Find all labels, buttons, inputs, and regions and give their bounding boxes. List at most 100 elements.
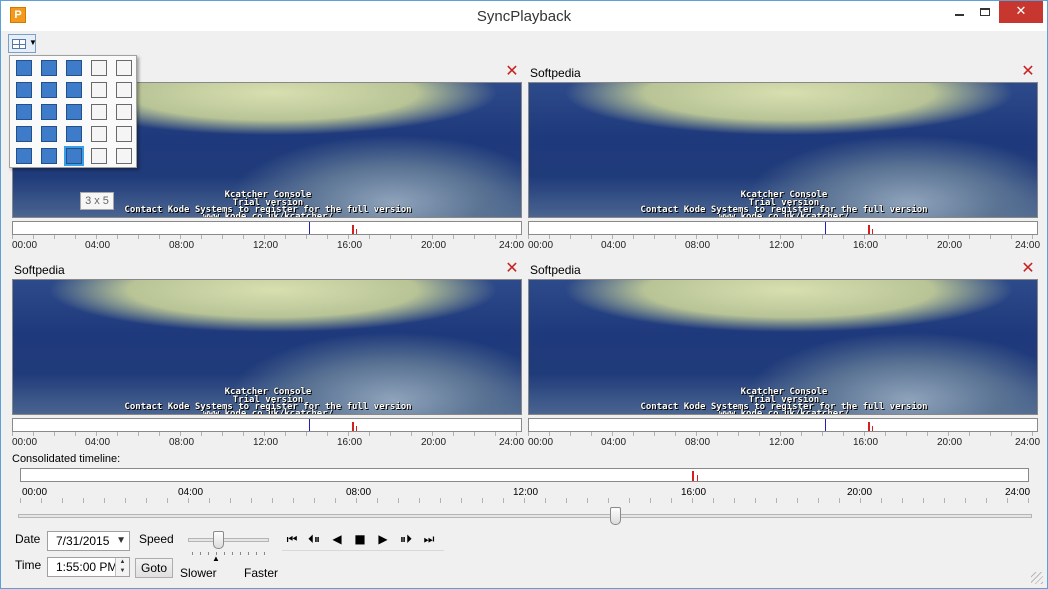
slower-label: Slower	[180, 566, 217, 580]
time-value: 1:55:00 PM	[56, 560, 118, 574]
speed-slider-track[interactable]	[188, 538, 269, 542]
chevron-down-icon[interactable]: ▼	[116, 532, 126, 550]
speed-slider-thumb[interactable]	[213, 531, 224, 549]
recording-marker	[868, 422, 870, 431]
title-bar[interactable]: P SyncPlayback ✕	[1, 1, 1047, 31]
layout-picker-cell[interactable]	[16, 60, 32, 76]
video-panel: Softpedia ✕ Kcatcher Console Trial versio…	[528, 64, 1040, 258]
layout-picker-cell[interactable]	[66, 104, 82, 120]
red-x-icon[interactable]: ✕	[504, 64, 520, 80]
layout-picker-tooltip: 3 x 5	[80, 192, 114, 210]
layout-picker-cell[interactable]	[41, 82, 57, 98]
recording-marker	[356, 229, 357, 234]
panel-timeline[interactable]	[528, 221, 1038, 235]
layout-picker-cell[interactable]	[91, 82, 107, 98]
panel-timeline[interactable]	[528, 418, 1038, 432]
video-view[interactable]: Kcatcher Console Trial version Contact K…	[528, 82, 1038, 218]
date-picker[interactable]: 7/31/2015 ▼	[47, 531, 130, 551]
tick-label: 04:00	[601, 437, 627, 448]
panel-title: Softpedia	[530, 263, 581, 277]
layout-picker-cell[interactable]	[16, 104, 32, 120]
skip-to-start-icon[interactable]: ⏮	[281, 529, 303, 549]
spin-up-icon[interactable]: ▲	[116, 558, 129, 567]
recording-marker	[872, 426, 873, 431]
watermark-line: www.kode.co.uk/kcatcher/	[718, 212, 850, 218]
tick-label: 08:00	[169, 437, 195, 448]
timeline-cursor	[825, 222, 826, 234]
layout-picker-cell[interactable]	[66, 82, 82, 98]
tick-label: 08:00	[685, 437, 711, 448]
recording-marker	[352, 422, 354, 431]
step-forward-icon[interactable]: ⏸⏵	[395, 529, 417, 549]
red-x-icon[interactable]: ✕	[1020, 64, 1036, 80]
watermark-line: www.kode.co.uk/kcatcher/	[202, 212, 334, 218]
tick-label: 00:00	[528, 240, 554, 251]
layout-picker-cell[interactable]	[64, 146, 84, 166]
step-back-icon[interactable]: ⏴⏸	[303, 529, 325, 549]
layout-dropdown-button[interactable]: ▼	[8, 34, 37, 53]
consolidated-tick-label: 04:00	[178, 487, 204, 498]
minimize-icon	[954, 13, 964, 16]
goto-button[interactable]: Goto	[135, 558, 173, 578]
layout-picker-cell[interactable]	[91, 104, 107, 120]
panel-timeline[interactable]	[12, 418, 522, 432]
tick-label: 20:00	[937, 437, 963, 448]
layout-picker-cell[interactable]	[116, 60, 132, 76]
tick-label: 00:00	[12, 437, 38, 448]
play-icon[interactable]: ▶	[372, 529, 394, 549]
red-x-icon[interactable]: ✕	[504, 261, 520, 277]
tick-label: 16:00	[337, 240, 363, 251]
speed-label: Speed	[139, 532, 174, 546]
maximize-button[interactable]	[972, 1, 998, 23]
layout-picker-cell[interactable]	[91, 126, 107, 142]
tick-label: 00:00	[528, 437, 554, 448]
layout-picker	[9, 55, 137, 168]
toolbar: ▼	[7, 34, 1043, 54]
layout-picker-cell[interactable]	[116, 148, 132, 164]
layout-picker-cell[interactable]	[41, 126, 57, 142]
red-x-icon[interactable]: ✕	[1020, 261, 1036, 277]
video-view[interactable]: Kcatcher Console Trial version Contact K…	[528, 279, 1038, 415]
minimize-button[interactable]	[946, 1, 972, 23]
resize-grip[interactable]	[1031, 572, 1043, 584]
layout-picker-cell[interactable]	[16, 126, 32, 142]
layout-picker-cell[interactable]	[116, 126, 132, 142]
tick-label: 16:00	[853, 437, 879, 448]
tick-label: 24:00	[499, 437, 525, 448]
time-spinner[interactable]: ▲ ▼	[115, 558, 129, 576]
tick-label: 00:00	[12, 240, 38, 251]
master-position-slider-track[interactable]	[18, 514, 1032, 518]
time-field[interactable]: 1:55:00 PM ▲ ▼	[47, 557, 130, 577]
panel-timeline[interactable]	[12, 221, 522, 235]
layout-picker-cell[interactable]	[16, 82, 32, 98]
timeline-cursor	[309, 222, 310, 234]
consolidated-tick-label: 00:00	[22, 487, 48, 498]
watermark-line: www.kode.co.uk/kcatcher/	[718, 409, 850, 415]
layout-picker-cell[interactable]	[116, 82, 132, 98]
stop-icon[interactable]: ■	[349, 529, 371, 549]
date-label: Date	[15, 532, 41, 546]
transport-divider	[282, 550, 444, 551]
recording-marker	[872, 229, 873, 234]
layout-picker-cell[interactable]	[41, 104, 57, 120]
panel-title: Softpedia	[530, 66, 581, 80]
timeline-ticks	[12, 432, 522, 436]
spin-down-icon[interactable]: ▼	[116, 567, 129, 576]
tick-label: 12:00	[769, 437, 795, 448]
video-view[interactable]: Kcatcher Console Trial version Contact K…	[12, 279, 522, 415]
layout-picker-cell[interactable]	[66, 60, 82, 76]
consolidated-tick-label: 16:00	[681, 487, 707, 498]
layout-picker-cell[interactable]	[91, 60, 107, 76]
layout-picker-cell[interactable]	[16, 148, 32, 164]
master-position-slider-thumb[interactable]	[610, 507, 621, 525]
consolidated-timeline[interactable]	[20, 468, 1029, 482]
layout-picker-cell[interactable]	[91, 148, 107, 164]
play-reverse-icon[interactable]: ◀	[326, 529, 348, 549]
close-window-button[interactable]: ✕	[999, 1, 1043, 23]
layout-picker-cell[interactable]	[116, 104, 132, 120]
timeline-ticks	[528, 432, 1038, 436]
layout-picker-cell[interactable]	[41, 60, 57, 76]
skip-to-end-icon[interactable]: ⏭	[418, 529, 440, 549]
layout-picker-cell[interactable]	[66, 126, 82, 142]
layout-picker-cell[interactable]	[41, 148, 57, 164]
